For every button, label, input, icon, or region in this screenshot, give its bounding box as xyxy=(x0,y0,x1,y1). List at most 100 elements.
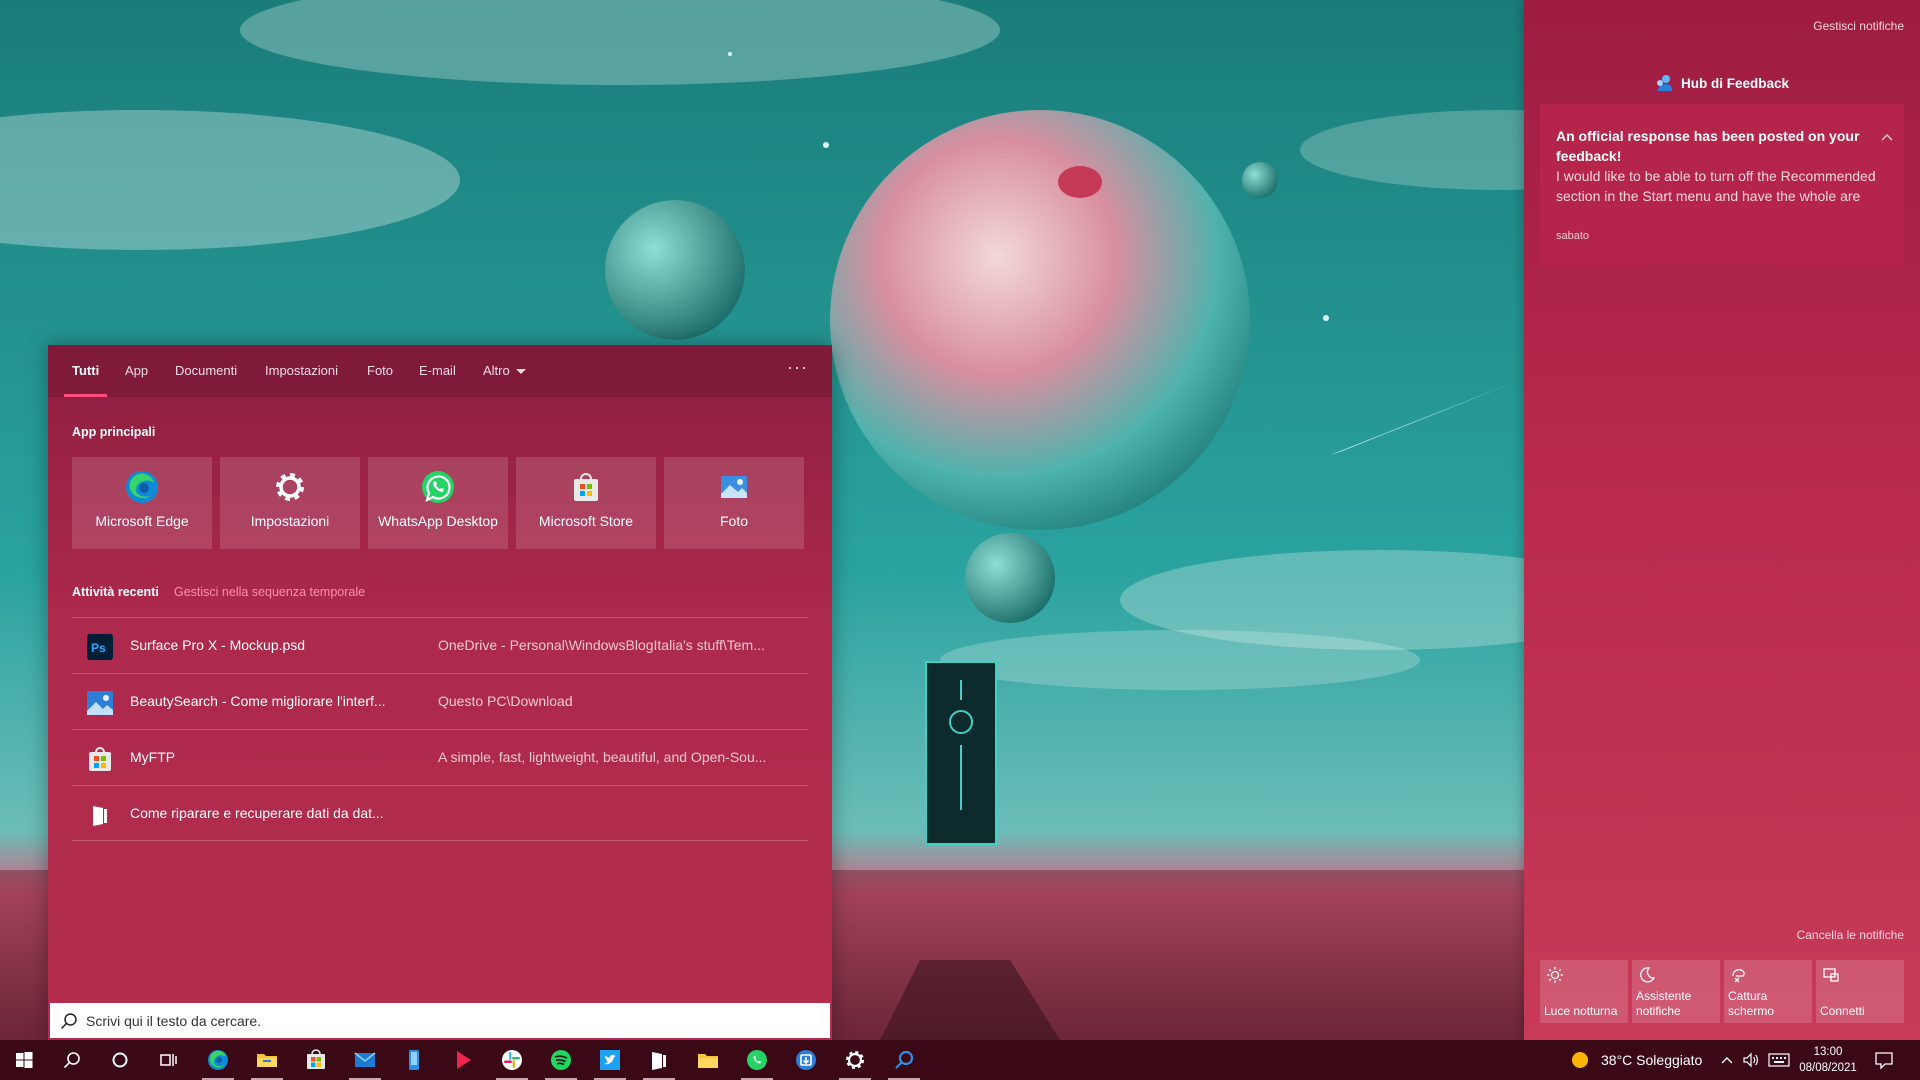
manage-timeline-link[interactable]: Gestisci nella sequenza temporale xyxy=(174,585,365,599)
quick-action-focus-assist[interactable]: Assistente notifiche xyxy=(1632,960,1720,1023)
quick-action-label: Luce notturna xyxy=(1544,1004,1618,1018)
recent-item-path: A simple, fast, lightweight, beautiful, … xyxy=(438,749,767,765)
app-installer-icon xyxy=(796,1050,816,1070)
quick-action-connect[interactable]: Connetti xyxy=(1816,960,1904,1023)
media-player-icon xyxy=(457,1051,471,1069)
taskbar-media-player[interactable] xyxy=(439,1040,487,1080)
chevron-up-icon[interactable] xyxy=(1720,1054,1734,1066)
store-icon xyxy=(89,747,111,771)
recent-item[interactable]: Come riparare e recuperare dati da dat..… xyxy=(72,785,808,841)
mail-icon xyxy=(354,1052,376,1067)
clock-time: 13:00 xyxy=(1813,1046,1843,1058)
taskbar-store[interactable] xyxy=(292,1040,340,1080)
taskbar-file-explorer[interactable] xyxy=(243,1040,291,1080)
notification-title: An official response has been posted on … xyxy=(1556,128,1860,164)
tab-email[interactable]: E-mail xyxy=(419,345,456,397)
notification-app-name: Hub di Feedback xyxy=(1680,76,1790,91)
notification-time: sabato xyxy=(1556,230,1590,242)
app-tile-whatsapp[interactable]: WhatsApp Desktop xyxy=(368,457,508,549)
recent-item[interactable]: Ps Surface Pro X - Mockup.psd OneDrive -… xyxy=(72,617,808,673)
app-tile-edge[interactable]: Microsoft Edge xyxy=(72,457,212,549)
app-tile-label: WhatsApp Desktop xyxy=(378,513,498,529)
chevron-up-icon[interactable] xyxy=(1880,132,1894,142)
search-icon xyxy=(60,1013,77,1030)
app-tile-label: Impostazioni xyxy=(250,513,330,529)
tab-tutti[interactable]: Tutti xyxy=(63,345,108,397)
recent-item-path: OneDrive - Personal\WindowsBlogItalia's … xyxy=(438,637,765,653)
volume-icon[interactable] xyxy=(1742,1052,1760,1068)
edge-icon xyxy=(208,1050,228,1070)
file-explorer-icon xyxy=(257,1054,277,1067)
taskbar-slack[interactable] xyxy=(488,1040,536,1080)
clear-notifications-link[interactable]: Cancella le notifiche xyxy=(1797,928,1904,942)
weather-sun-icon xyxy=(1572,1052,1588,1068)
search-input[interactable] xyxy=(86,1003,806,1038)
app-tile-settings[interactable]: Impostazioni xyxy=(220,457,360,549)
taskbar-app-installer[interactable] xyxy=(782,1040,830,1080)
snip-icon xyxy=(1732,969,1745,983)
taskbar-phone[interactable] xyxy=(390,1040,438,1080)
taskbar-twitter[interactable] xyxy=(586,1040,634,1080)
recent-item[interactable]: BeautySearch - Come migliorare l'interf.… xyxy=(72,673,808,729)
taskbar-folder[interactable] xyxy=(684,1040,732,1080)
recent-activities-title: Attività recenti xyxy=(72,585,159,599)
cortana-button[interactable] xyxy=(96,1040,144,1080)
edge-dev-icon xyxy=(93,806,107,826)
app-tile-store[interactable]: Microsoft Store xyxy=(516,457,656,549)
recent-item[interactable]: MyFTP A simple, fast, lightweight, beaut… xyxy=(72,729,808,785)
task-view-button[interactable] xyxy=(144,1040,192,1080)
search-box[interactable] xyxy=(48,1001,832,1040)
taskbar-mail[interactable] xyxy=(341,1040,389,1080)
quick-action-label: Cattura schermo xyxy=(1728,989,1775,1018)
app-tile-label: Foto xyxy=(719,513,748,529)
quick-action-screen-snip[interactable]: Cattura schermo xyxy=(1724,960,1812,1023)
tab-impostazioni[interactable]: Impostazioni xyxy=(265,345,338,397)
tab-foto[interactable]: Foto xyxy=(367,345,393,397)
taskbar-edge-dev[interactable] xyxy=(635,1040,683,1080)
recent-item-name: Surface Pro X - Mockup.psd xyxy=(130,637,306,653)
top-apps-title: App principali xyxy=(72,425,156,439)
sun-icon xyxy=(1547,967,1563,983)
moon-icon xyxy=(1640,967,1656,983)
edge-icon xyxy=(126,471,158,503)
notification-body: I would like to be able to turn off the … xyxy=(1556,168,1876,204)
show-desktop-button[interactable] xyxy=(1914,1040,1920,1080)
tab-altro-label: Altro xyxy=(483,363,510,378)
search-button[interactable] xyxy=(48,1040,96,1080)
tab-documenti[interactable]: Documenti xyxy=(175,345,237,397)
start-button[interactable] xyxy=(0,1040,48,1080)
app-tile-label: Microsoft Store xyxy=(538,513,634,529)
clock-date: 08/08/2021 xyxy=(1799,1062,1857,1074)
folder-icon xyxy=(698,1054,718,1068)
store-icon xyxy=(574,473,598,501)
store-icon xyxy=(307,1049,325,1069)
clock[interactable]: 13:00 08/08/2021 xyxy=(1796,1044,1860,1076)
gear-icon xyxy=(846,1051,864,1069)
taskbar-settings[interactable] xyxy=(831,1040,879,1080)
more-options-button[interactable]: ··· xyxy=(787,345,808,397)
taskbar-whatsapp[interactable] xyxy=(733,1040,781,1080)
weather-text[interactable]: 38°C Soleggiato xyxy=(1601,1040,1702,1080)
tab-altro[interactable]: Altro xyxy=(483,345,526,397)
whatsapp-icon xyxy=(747,1050,767,1070)
gear-icon xyxy=(276,473,304,501)
search-tabs: Tutti App Documenti Impostazioni Foto E-… xyxy=(48,345,832,397)
quick-action-night-light[interactable]: Luce notturna xyxy=(1540,960,1628,1023)
keyboard-icon[interactable] xyxy=(1768,1053,1790,1067)
action-center: Gestisci notifiche Hub di Feedback An of… xyxy=(1524,0,1920,1040)
windows-icon xyxy=(16,1052,33,1068)
notification-toast[interactable]: An official response has been posted on … xyxy=(1540,104,1904,265)
search-app-icon xyxy=(895,1050,914,1069)
tab-app[interactable]: App xyxy=(125,345,148,397)
manage-notifications-link[interactable]: Gestisci notifiche xyxy=(1813,19,1904,33)
taskbar-spotify[interactable] xyxy=(537,1040,585,1080)
taskbar-search-app[interactable] xyxy=(880,1040,928,1080)
taskbar-edge[interactable] xyxy=(194,1040,242,1080)
notifications-icon[interactable] xyxy=(1874,1050,1894,1070)
whatsapp-icon xyxy=(422,471,454,503)
svg-text:Ps: Ps xyxy=(91,641,106,655)
app-tile-photos[interactable]: Foto xyxy=(664,457,804,549)
image-file-icon xyxy=(87,691,113,715)
taskbar: 38°C Soleggiato 13:00 08/08/2021 xyxy=(0,1040,1920,1080)
recent-item-name: BeautySearch - Come migliorare l'interf.… xyxy=(130,693,386,709)
